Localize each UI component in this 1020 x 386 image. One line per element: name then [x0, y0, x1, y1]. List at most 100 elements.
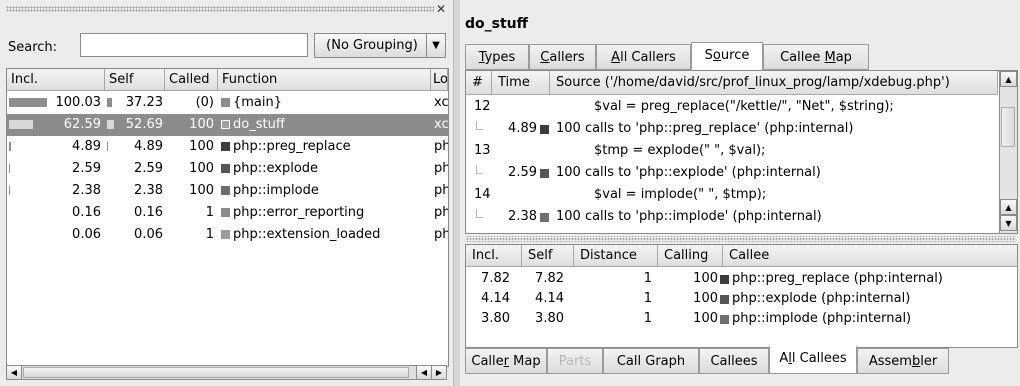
close-icon[interactable]: ✕ — [434, 2, 448, 16]
called-count: 100 — [189, 117, 214, 132]
location-cell: ph — [434, 227, 448, 242]
search-input[interactable] — [80, 33, 308, 57]
grouping-select[interactable]: (No Grouping) ▼ — [314, 33, 446, 58]
table-row[interactable]: 3.80 3.80 1 100 php::implode (php:internal) — [466, 309, 1017, 329]
column-header-location[interactable]: Lo — [431, 69, 448, 91]
tab-parts: Parts — [547, 348, 603, 374]
source-line[interactable]: 14 $val = implode(" ", $tmp); — [466, 185, 998, 205]
column-header-time[interactable]: Time — [492, 71, 550, 95]
scroll-up-icon[interactable]: ▲ — [1000, 71, 1017, 87]
call-annotation-row[interactable]: 2.38 100 calls to 'php::implode' (php:int… — [466, 207, 998, 227]
called-count: (0) — [195, 95, 214, 110]
incl-value: 4.89 — [72, 139, 101, 154]
incl-cost-bar — [9, 98, 47, 107]
tab-caller-map[interactable]: Caller Map — [465, 348, 547, 374]
panel-splitter[interactable] — [465, 236, 1016, 242]
table-row[interactable]: 2.59 2.59 100 php::explode ph — [7, 158, 448, 180]
self-cost-bar — [107, 98, 112, 107]
incl-value: 0.06 — [72, 227, 101, 242]
column-header-function[interactable]: Function — [218, 69, 431, 91]
incl-cell: 62.59 — [7, 114, 101, 136]
self-value: 3.80 — [535, 311, 564, 326]
location-cell: ph — [434, 205, 448, 220]
incl-value: 3.80 — [481, 311, 510, 326]
source-line[interactable]: 12 $val = preg_replace("/kettle/", "Net",… — [466, 97, 998, 117]
function-title: do_stuff — [465, 16, 528, 32]
callee-color-swatch — [720, 275, 729, 284]
vertical-scrollbar[interactable]: ▲ ▲ ▼ — [999, 71, 1017, 233]
incl-value: 62.59 — [63, 117, 101, 132]
tab-call-graph[interactable]: Call Graph — [603, 348, 699, 374]
source-code: $tmp = explode(" ", $val); — [594, 143, 766, 158]
column-header-line[interactable]: # — [466, 71, 492, 95]
function-color-swatch — [221, 164, 230, 173]
call-annotation-row[interactable]: 4.89 100 calls to 'php::preg_replace' (ph… — [466, 119, 998, 139]
callee-color-swatch — [540, 125, 549, 134]
chevron-down-icon[interactable]: ▼ — [426, 34, 445, 57]
scrollbar-thumb[interactable] — [1001, 107, 1015, 147]
incl-cost-bar — [9, 142, 11, 151]
tab-types[interactable]: Types — [465, 44, 529, 70]
table-row[interactable]: 4.14 4.14 1 100 php::explode (php:internal) — [466, 289, 1017, 309]
call-time: 2.59 — [508, 165, 537, 180]
scrollbar-thumb[interactable] — [23, 367, 409, 378]
column-header-self[interactable]: Self — [105, 69, 165, 91]
self-cell: 2.38 — [105, 180, 163, 202]
function-name: {main} — [233, 95, 283, 110]
table-row[interactable]: 62.59 52.69 100 do_stuff xc — [7, 114, 448, 136]
column-header-incl[interactable]: Incl. — [466, 245, 522, 267]
incl-cell: 0.16 — [7, 202, 101, 224]
table-row[interactable]: 4.89 4.89 100 php::preg_replace ph — [7, 136, 448, 158]
call-annotation-row[interactable]: 2.59 100 calls to 'php::explode' (php:int… — [466, 163, 998, 183]
tab-source[interactable]: Source — [691, 42, 763, 70]
tab-callee-map[interactable]: Callee Map — [763, 44, 869, 70]
self-cell: 0.16 — [105, 202, 163, 224]
table-row[interactable]: 100.03 37.23 (0) {main} xc — [7, 92, 448, 114]
dock-grip[interactable] — [6, 6, 434, 12]
call-time: 2.38 — [508, 209, 537, 224]
line-number: 12 — [474, 99, 491, 114]
call-annotation: 100 calls to 'php::preg_replace' (php:in… — [556, 121, 854, 136]
function-cell: do_stuff — [221, 114, 431, 136]
function-cell: php::extension_loaded — [221, 224, 431, 246]
column-header-callee[interactable]: Callee — [723, 245, 1017, 267]
table-row[interactable]: 7.82 7.82 1 100 php::preg_replace (php:inter… — [466, 269, 1017, 289]
tab-callees[interactable]: Callees — [699, 348, 769, 374]
tab-callers[interactable]: Callers — [529, 44, 596, 70]
table-row[interactable]: 2.38 2.38 100 php::implode ph — [7, 180, 448, 202]
column-header-incl[interactable]: Incl. — [7, 69, 105, 91]
function-name: do_stuff — [233, 117, 285, 132]
called-count: 100 — [189, 183, 214, 198]
column-header-distance[interactable]: Distance — [574, 245, 658, 267]
tab-all-callees[interactable]: All Callees — [769, 346, 857, 374]
column-header-source[interactable]: Source ('/home/david/src/prof_linux_prog… — [550, 71, 998, 95]
function-name: php::extension_loaded — [233, 227, 381, 242]
source-code: $val = implode(" ", $tmp); — [594, 187, 767, 202]
horizontal-scrollbar[interactable]: ◀ ◀ ▶ — [6, 365, 447, 380]
self-value: 52.69 — [125, 117, 163, 132]
incl-cost-bar — [9, 186, 10, 195]
callee-color-swatch — [720, 315, 729, 324]
incl-cell: 100.03 — [7, 92, 101, 114]
scroll-left-icon[interactable]: ◀ — [7, 366, 22, 379]
column-header-self[interactable]: Self — [522, 245, 574, 267]
tab-assembler[interactable]: Assembler — [857, 348, 949, 374]
scroll-left-icon[interactable]: ◀ — [416, 366, 432, 379]
table-row[interactable]: 0.06 0.06 1 php::extension_loaded ph — [7, 224, 448, 246]
function-detail-pane: do_stuff Types Callers All Callers Sourc… — [459, 0, 1020, 386]
scroll-down-icon[interactable]: ▼ — [1000, 215, 1017, 231]
column-header-called[interactable]: Called — [165, 69, 218, 91]
scroll-up-icon[interactable]: ▲ — [1000, 199, 1017, 215]
callee-name: php::implode (php:internal) — [732, 311, 912, 326]
location-cell: ph — [434, 183, 448, 198]
tab-all-callers[interactable]: All Callers — [596, 44, 691, 70]
column-header-calling[interactable]: Calling — [658, 245, 723, 267]
tree-connector — [476, 165, 483, 174]
function-cell: php::implode — [221, 180, 431, 202]
table-row[interactable]: 0.16 0.16 1 php::error_reporting ph — [7, 202, 448, 224]
incl-cost-bar — [9, 120, 33, 129]
callee-name: php::preg_replace (php:internal) — [732, 271, 943, 286]
function-color-swatch — [221, 208, 230, 217]
source-line[interactable]: 13 $tmp = explode(" ", $val); — [466, 141, 998, 161]
scroll-right-icon[interactable]: ▶ — [431, 366, 446, 379]
